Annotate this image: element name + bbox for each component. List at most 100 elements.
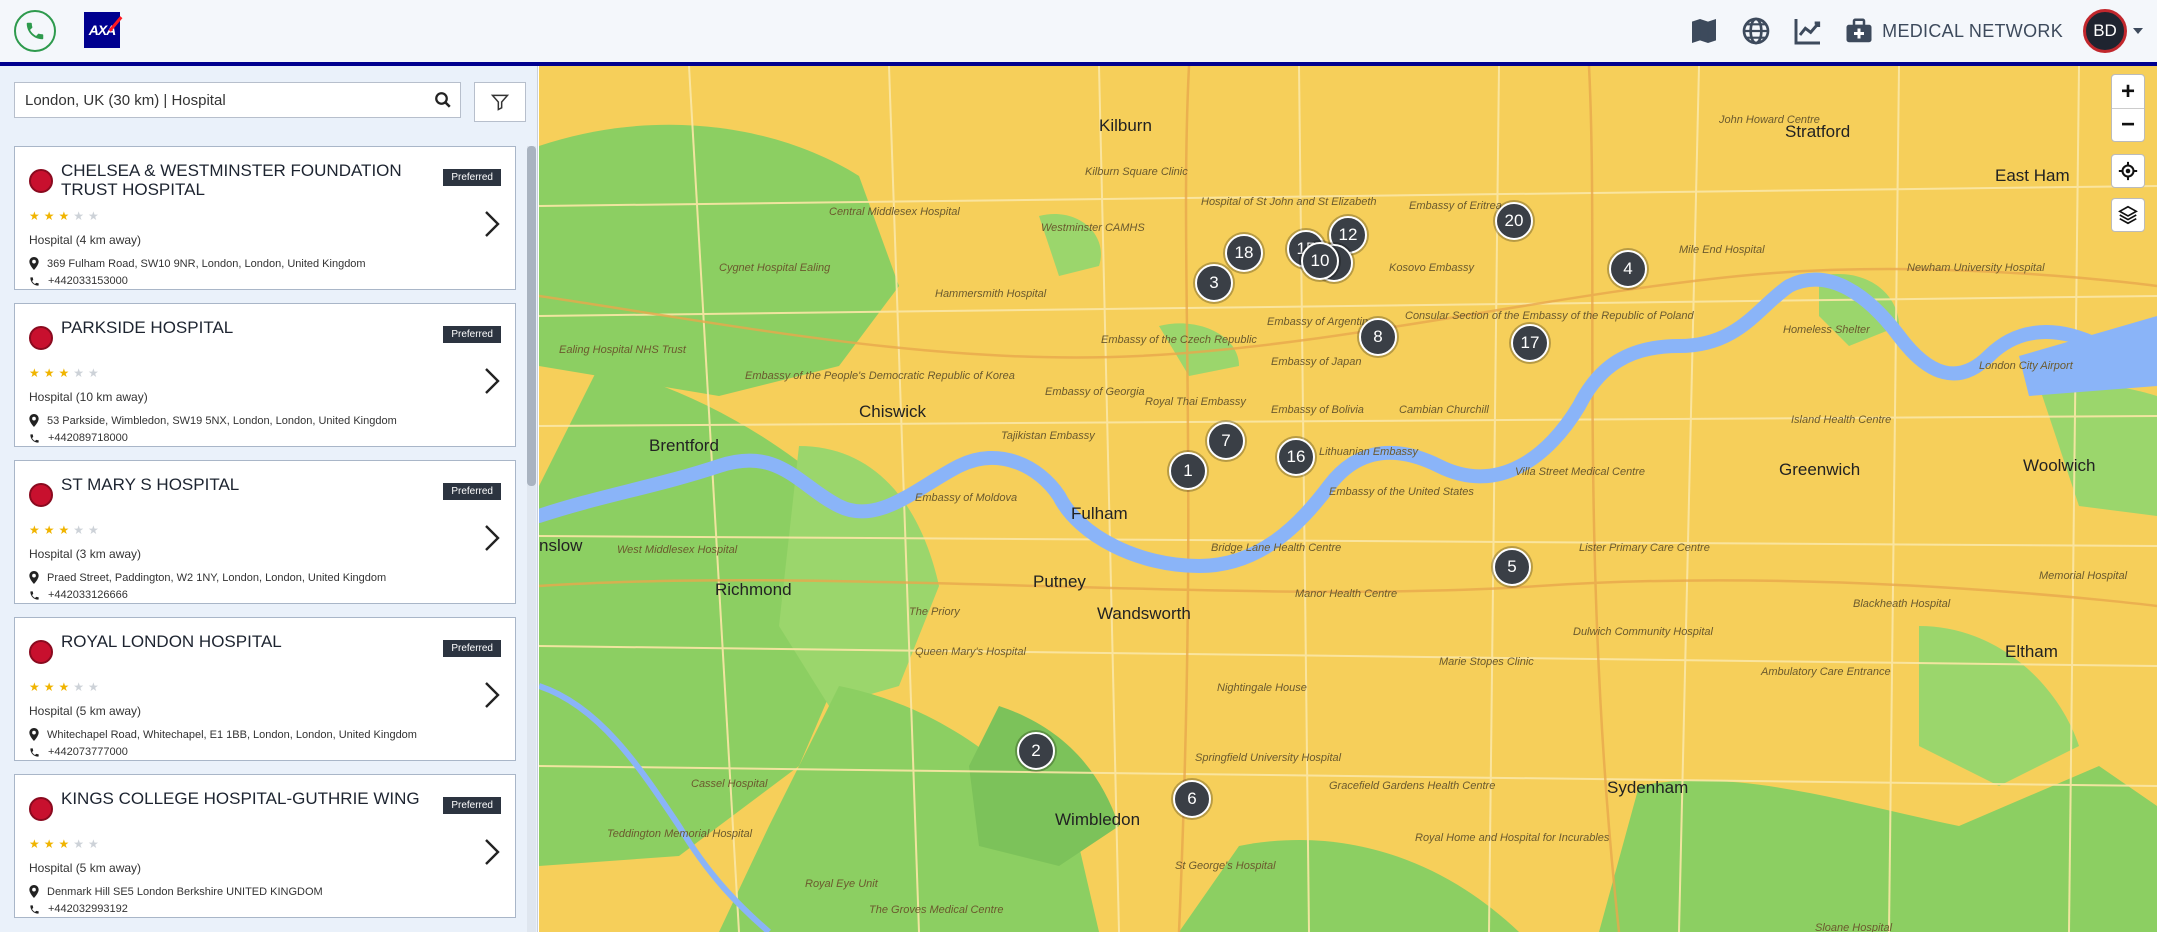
place-wimbledon: Wimbledon xyxy=(1055,810,1141,829)
result-card[interactable]: ROYAL LONDON HOSPITAL Preferred ★★★★★ Ho… xyxy=(14,617,516,761)
hospital-name[interactable]: PARKSIDE HOSPITAL xyxy=(61,318,441,337)
cluster-marker[interactable]: 10 xyxy=(1301,242,1339,280)
hospital-phone[interactable]: +442032993192 xyxy=(48,903,128,915)
map-icon[interactable] xyxy=(1678,9,1730,53)
filter-button[interactable] xyxy=(474,82,526,122)
label-west-middlesex: West Middlesex Hospital xyxy=(617,544,738,556)
label-embassy-argentina: Embassy of Argentina xyxy=(1267,316,1375,328)
label-marie-stopes: Marie Stopes Clinic xyxy=(1439,656,1534,668)
place-brentford: Brentford xyxy=(649,436,719,455)
locate-icon xyxy=(2118,161,2138,181)
location-pin-icon xyxy=(29,728,39,741)
hospital-address: Praed Street, Paddington, W2 1NY, London… xyxy=(47,571,387,584)
chart-icon[interactable] xyxy=(1782,9,1834,53)
place-east-ham: East Ham xyxy=(1995,166,2070,185)
zoom-in-button[interactable]: + xyxy=(2112,75,2144,108)
address-row: Denmark Hill SE5 London Berkshire UNITED… xyxy=(29,885,323,898)
place-kilburn: Kilburn xyxy=(1099,116,1152,135)
search-icon[interactable] xyxy=(434,91,452,109)
hospital-phone[interactable]: +442089718000 xyxy=(48,432,128,444)
phone-icon xyxy=(30,904,39,914)
address-row: Whitechapel Road, Whitechapel, E1 1BB, L… xyxy=(29,728,417,741)
hospital-name[interactable]: KINGS COLLEGE HOSPITAL-GUTHRIE WING xyxy=(61,789,441,808)
result-card[interactable]: ST MARY S HOSPITAL Preferred ★★★★★ Hospi… xyxy=(14,460,516,604)
search-input[interactable] xyxy=(15,83,415,117)
cluster-marker[interactable]: 2 xyxy=(1017,732,1055,770)
hospital-phone[interactable]: +442033126666 xyxy=(48,589,128,601)
cluster-marker[interactable]: 1 xyxy=(1169,452,1207,490)
phone-row: +442089718000 xyxy=(29,432,128,444)
scrollbar[interactable] xyxy=(527,146,536,932)
label-czech: Embassy of the Czech Republic xyxy=(1101,334,1257,346)
label-st-georges: St George's Hospital xyxy=(1175,860,1276,872)
cluster-marker[interactable]: 20 xyxy=(1495,202,1533,240)
cluster-marker[interactable]: 18 xyxy=(1225,234,1263,272)
place-chiswick: Chiswick xyxy=(859,402,927,421)
hospital-address: 53 Parkside, Wimbledon, SW19 5NX, London… xyxy=(47,414,397,427)
avatar[interactable]: BD xyxy=(2083,9,2127,53)
hospital-pin-icon xyxy=(29,169,53,193)
label-london-city-airport: London City Airport xyxy=(1979,360,2073,372)
hospital-type-distance: Hospital (5 km away) xyxy=(29,861,142,875)
hospital-name[interactable]: ROYAL LONDON HOSPITAL xyxy=(61,632,441,651)
map-area[interactable]: Kilburn Stratford East Ham Chiswick Bren… xyxy=(539,66,2157,932)
scrollbar-thumb[interactable] xyxy=(527,146,536,486)
phone-row: +442032993192 xyxy=(29,903,128,915)
hospital-phone[interactable]: +442073777000 xyxy=(48,746,128,758)
rating-stars: ★★★★★ xyxy=(29,209,103,223)
cluster-marker[interactable]: 7 xyxy=(1207,422,1245,460)
result-card[interactable]: PARKSIDE HOSPITAL Preferred ★★★★★ Hospit… xyxy=(14,303,516,447)
label-ealing-nhs: Ealing Hospital NHS Trust xyxy=(559,344,686,356)
top-right-nav: MEDICAL NETWORK BD xyxy=(1678,0,2157,62)
chevron-right-icon[interactable] xyxy=(483,523,501,553)
preferred-badge: Preferred xyxy=(443,326,501,343)
cluster-marker[interactable]: 4 xyxy=(1609,250,1647,288)
label-blackheath: Blackheath Hospital xyxy=(1853,598,1951,610)
rating-stars: ★★★★★ xyxy=(29,680,103,694)
label-westminster-camhs: Westminster CAMHS xyxy=(1041,222,1145,234)
chevron-down-icon[interactable] xyxy=(2133,28,2143,34)
search-box xyxy=(14,82,461,118)
label-us-embassy: Embassy of the United States xyxy=(1329,486,1474,498)
chevron-right-icon[interactable] xyxy=(483,837,501,867)
cluster-marker[interactable]: 16 xyxy=(1277,438,1315,476)
globe-icon[interactable] xyxy=(1730,9,1782,53)
hospital-type-distance: Hospital (3 km away) xyxy=(29,547,142,561)
result-card[interactable]: KINGS COLLEGE HOSPITAL-GUTHRIE WING Pref… xyxy=(14,774,516,918)
hospital-name[interactable]: CHELSEA & WESTMINSTER FOUNDATION TRUST H… xyxy=(61,161,441,199)
cluster-marker[interactable]: 17 xyxy=(1511,324,1549,362)
locate-button[interactable] xyxy=(2111,154,2145,188)
axa-logo[interactable]: AXA xyxy=(84,12,123,48)
location-pin-icon xyxy=(29,885,39,898)
label-memorial: Memorial Hospital xyxy=(2039,570,2128,582)
chevron-right-icon[interactable] xyxy=(483,209,501,239)
rating-stars: ★★★★★ xyxy=(29,837,103,851)
phone-row: +442033153000 xyxy=(29,275,128,287)
cluster-marker[interactable]: 3 xyxy=(1195,264,1233,302)
phone-row: +442033126666 xyxy=(29,589,128,601)
phone-icon xyxy=(30,276,39,286)
medical-network-menu[interactable]: MEDICAL NETWORK xyxy=(1834,16,2083,46)
label-ambulatory: Ambulatory Care Entrance xyxy=(1761,666,1891,678)
label-lithuanian: Lithuanian Embassy xyxy=(1319,446,1419,458)
hospital-name[interactable]: ST MARY S HOSPITAL xyxy=(61,475,441,494)
phone-icon[interactable] xyxy=(14,10,56,52)
cluster-marker[interactable]: 6 xyxy=(1173,780,1211,818)
label-cygnet: Cygnet Hospital Ealing xyxy=(719,262,831,274)
hospital-pin-icon xyxy=(29,797,53,821)
cluster-marker[interactable]: 5 xyxy=(1493,548,1531,586)
hospital-phone[interactable]: +442033153000 xyxy=(48,275,128,287)
chevron-right-icon[interactable] xyxy=(483,680,501,710)
label-embassy-japan: Embassy of Japan xyxy=(1271,356,1362,368)
location-pin-icon xyxy=(29,414,39,427)
label-john-howard: John Howard Centre xyxy=(1719,114,1820,126)
chevron-right-icon[interactable] xyxy=(483,366,501,396)
label-embassy-bolivia: Embassy of Bolivia xyxy=(1271,404,1364,416)
zoom-out-button[interactable]: − xyxy=(2112,108,2144,141)
layers-button[interactable] xyxy=(2111,198,2145,232)
zoom-control: + − xyxy=(2111,74,2145,142)
result-card[interactable]: CHELSEA & WESTMINSTER FOUNDATION TRUST H… xyxy=(14,146,516,290)
hospital-pin-icon xyxy=(29,483,53,507)
place-sydenham: Sydenham xyxy=(1607,778,1689,797)
cluster-marker[interactable]: 8 xyxy=(1359,318,1397,356)
